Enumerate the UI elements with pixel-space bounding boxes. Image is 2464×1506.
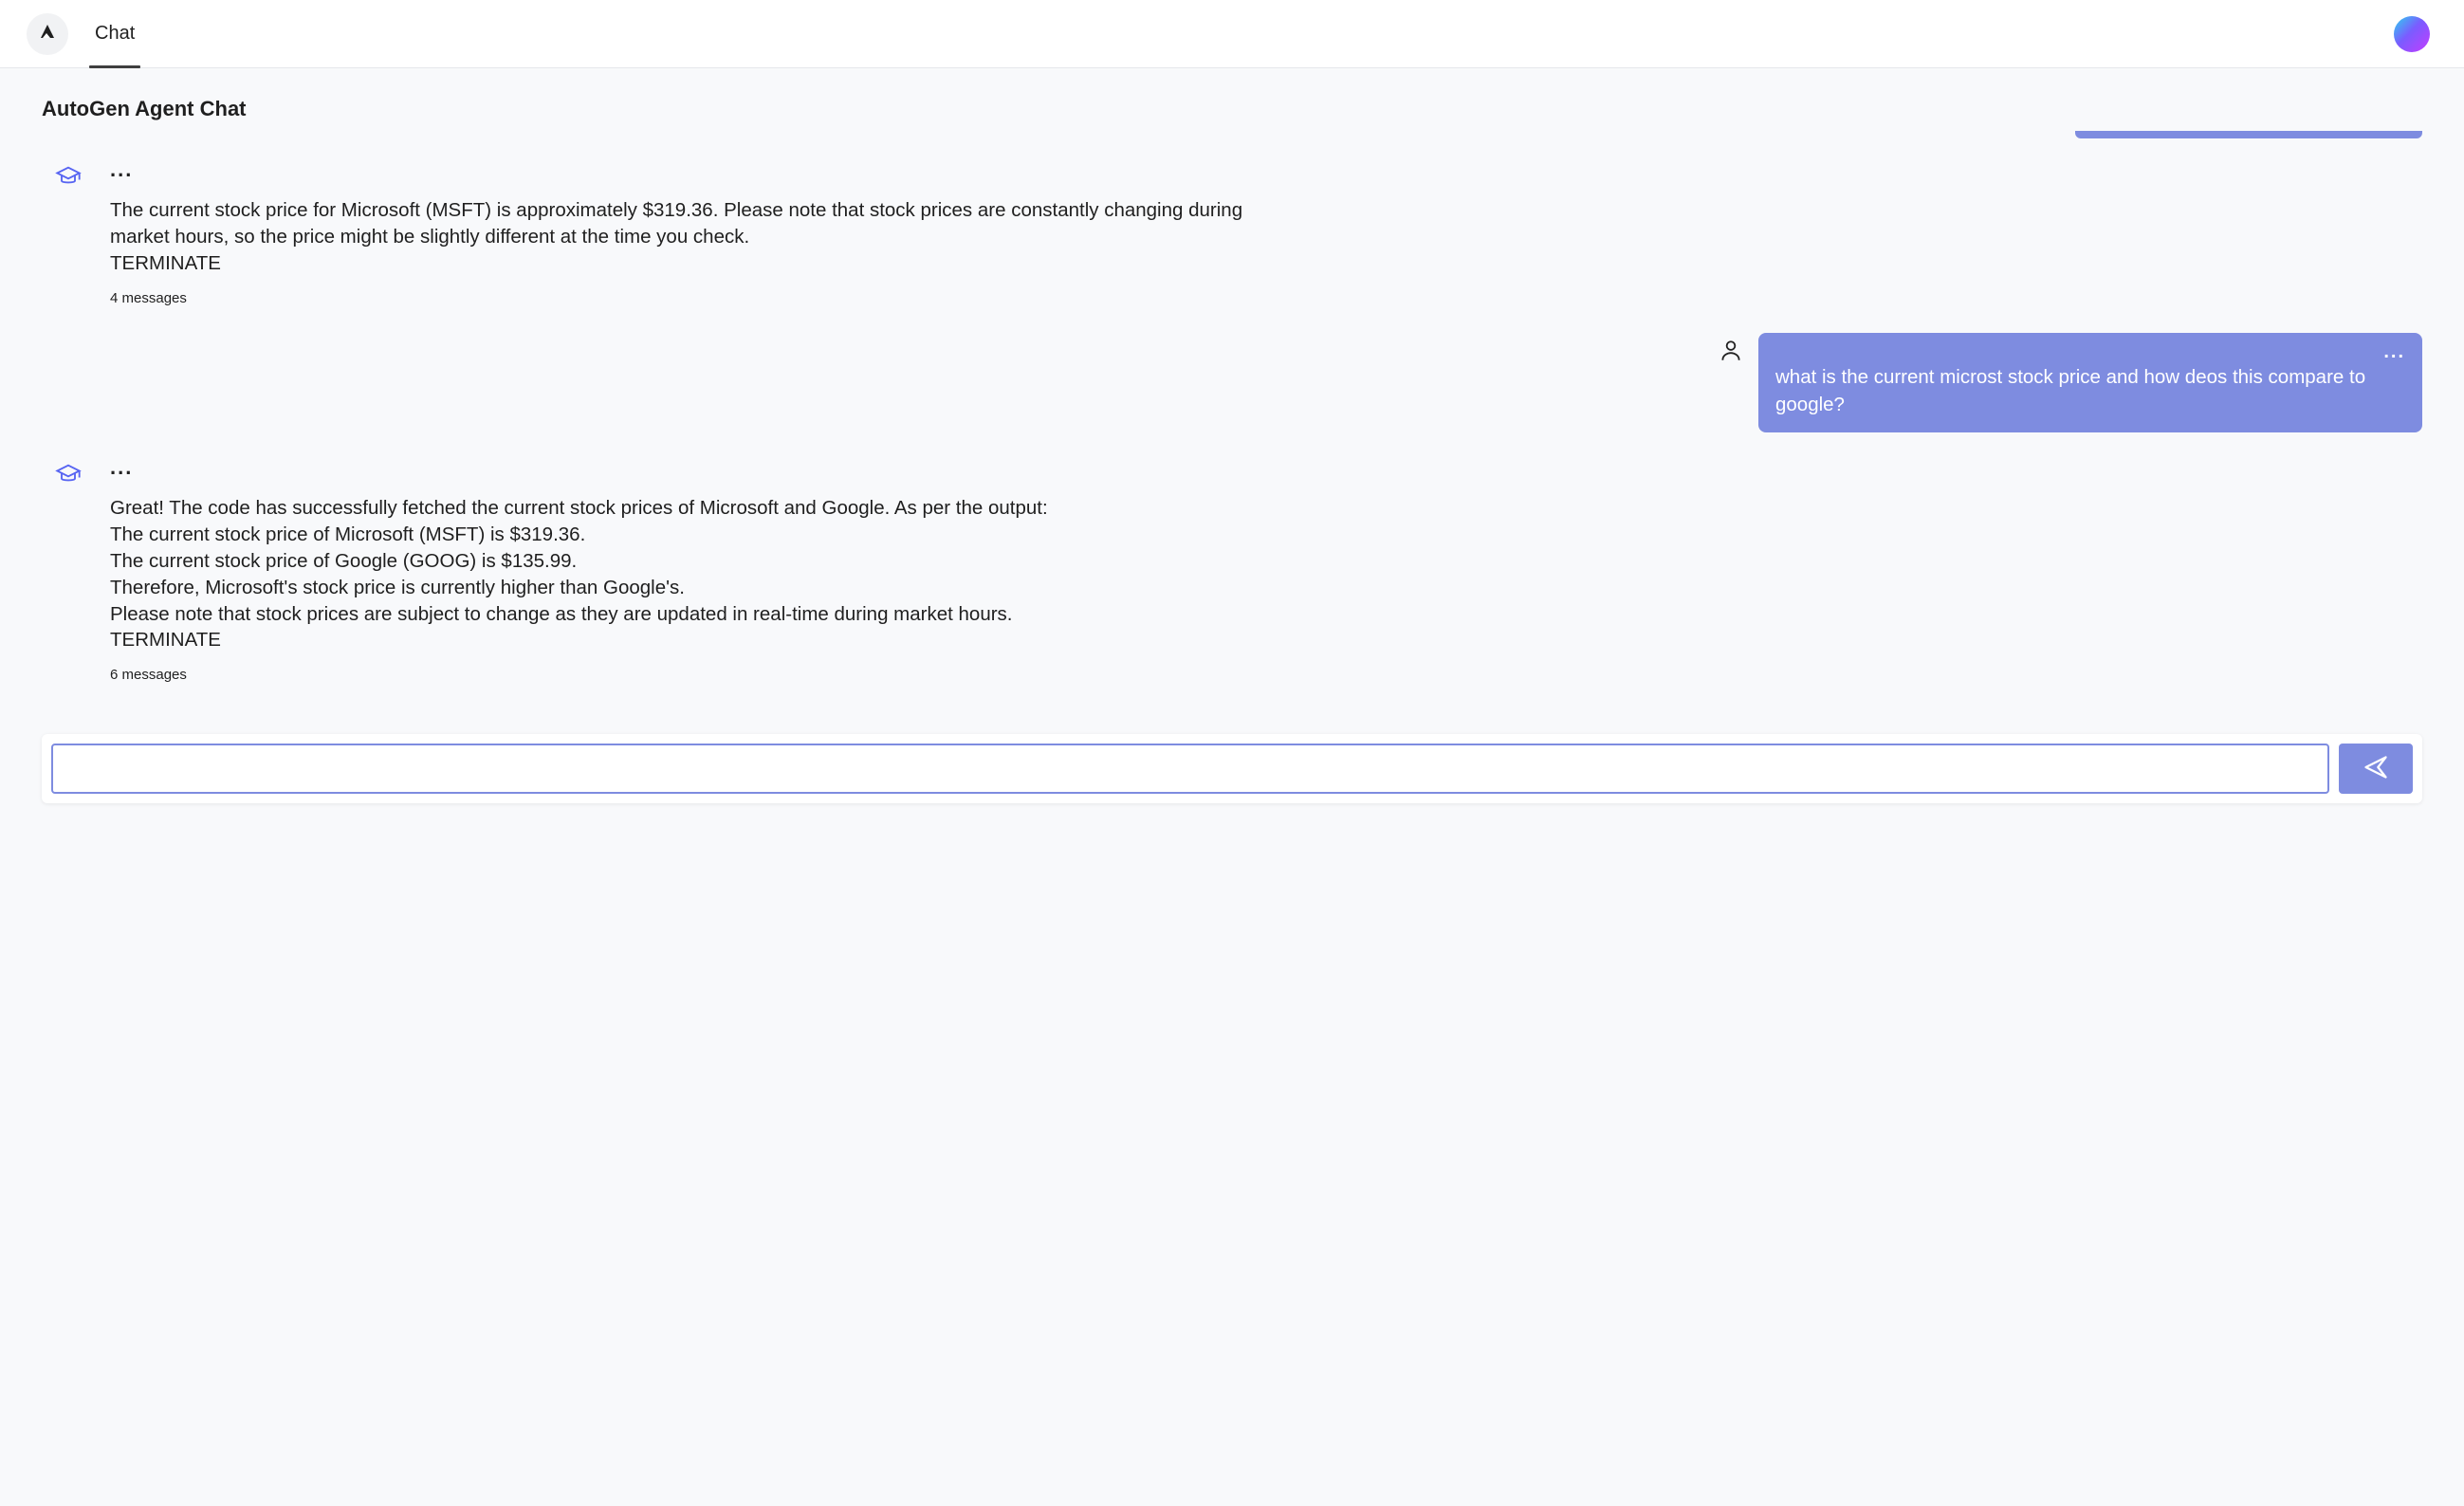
- graduation-cap-icon: [55, 163, 82, 194]
- app-header: Chat: [0, 0, 2464, 68]
- page-body: AutoGen Agent Chat ... The current stock…: [0, 68, 2464, 841]
- agent-message-text: Great! The code has successfully fetched…: [110, 495, 1277, 653]
- prior-user-bubble-edge: [42, 131, 2422, 138]
- send-button[interactable]: [2339, 744, 2413, 794]
- logo-icon: [36, 20, 59, 47]
- agent-message-body: ... Great! The code has successfully fet…: [110, 457, 2422, 683]
- agent-message-text: The current stock price for Microsoft (M…: [110, 197, 1277, 277]
- message-actions-button[interactable]: ...: [1775, 342, 2405, 361]
- agent-message: ... The current stock price for Microsof…: [42, 159, 2422, 306]
- user-avatar[interactable]: [2394, 16, 2430, 52]
- agent-message-count[interactable]: 6 messages: [110, 667, 2422, 683]
- message-composer: [42, 734, 2422, 803]
- app-logo[interactable]: [27, 13, 68, 55]
- message-actions-button[interactable]: ...: [110, 457, 2422, 478]
- agent-message-count[interactable]: 4 messages: [110, 290, 2422, 306]
- chat-thread: ... The current stock price for Microsof…: [42, 131, 2422, 709]
- send-icon: [2363, 754, 2389, 783]
- message-actions-button[interactable]: ...: [110, 159, 2422, 180]
- person-icon: [1719, 339, 1743, 368]
- prior-user-bubble-slice: [2075, 131, 2422, 138]
- user-message-text: what is the current microst stock price …: [1775, 363, 2405, 419]
- message-input[interactable]: [51, 744, 2329, 794]
- agent-message-body: ... The current stock price for Microsof…: [110, 159, 2422, 306]
- graduation-cap-icon: [55, 461, 82, 492]
- header-left: Chat: [27, 0, 135, 67]
- page-title: AutoGen Agent Chat: [42, 97, 2422, 121]
- user-message-bubble: ... what is the current microst stock pr…: [1758, 333, 2422, 432]
- user-message: ... what is the current microst stock pr…: [42, 333, 2422, 432]
- tab-chat[interactable]: Chat: [95, 0, 135, 67]
- agent-message: ... Great! The code has successfully fet…: [42, 457, 2422, 683]
